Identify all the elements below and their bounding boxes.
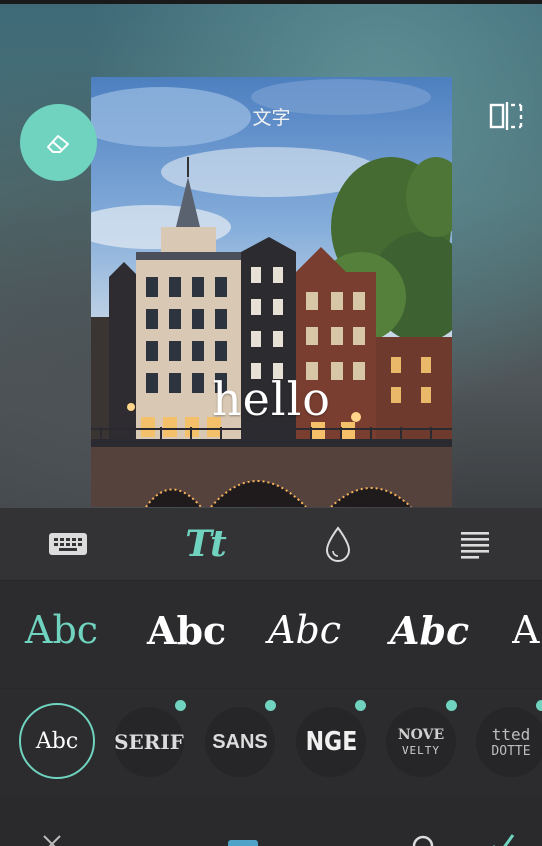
font-download-dot: [175, 700, 186, 711]
font-option-label: Abc: [35, 728, 79, 754]
style-divider: [0, 688, 542, 689]
font-option-serif[interactable]: SERIF: [114, 707, 184, 777]
search-icon[interactable]: [408, 832, 438, 846]
font-option-label: NOVE: [397, 727, 445, 743]
bottom-action-bar: [0, 795, 542, 846]
eraser-button[interactable]: [20, 104, 97, 181]
font-option-label: DOTTE: [491, 743, 531, 759]
style-bold-italic[interactable]: Abc: [390, 608, 469, 653]
style-regular[interactable]: Abc: [25, 608, 98, 652]
font-option-label: VELTY: [401, 744, 441, 757]
tab-alignment[interactable]: [452, 520, 498, 568]
font-option-novelty[interactable]: NOVE VELTY: [386, 707, 456, 777]
layer-icon[interactable]: [226, 832, 260, 846]
color-drop-icon: [325, 526, 351, 562]
confirm-check-icon[interactable]: [490, 832, 516, 846]
font-style-row: Abc Abc Abc Abc A: [0, 608, 542, 668]
font-option-label: SANS: [212, 730, 268, 753]
font-download-dot: [446, 700, 457, 711]
font-option-display[interactable]: NGE: [296, 707, 366, 777]
align-icon: [461, 532, 489, 559]
overlay-text[interactable]: hello: [91, 372, 452, 426]
photo-canvas[interactable]: [91, 77, 452, 507]
status-strip: [0, 0, 542, 4]
text-mode-title: 文字: [252, 107, 291, 129]
font-download-dot: [536, 700, 542, 711]
font-download-dot: [355, 700, 366, 711]
toolbar-divider: [0, 580, 542, 581]
tab-font-style[interactable]: Tt: [180, 520, 230, 568]
photo-image: [91, 77, 452, 507]
compare-icon[interactable]: [488, 100, 524, 132]
eraser-icon: [46, 134, 69, 153]
font-option-dotted[interactable]: tted DOTTE: [476, 707, 542, 777]
style-bold[interactable]: Abc: [147, 608, 226, 653]
style-partial[interactable]: A: [512, 608, 542, 652]
font-download-dot: [265, 700, 276, 711]
tab-keyboard[interactable]: [45, 520, 91, 568]
tab-color[interactable]: [315, 520, 361, 568]
style-italic[interactable]: Abc: [268, 608, 341, 652]
font-option-label: NGE: [305, 727, 357, 757]
close-icon[interactable]: [40, 832, 64, 846]
keyboard-icon: [49, 533, 87, 555]
font-style-icon: Tt: [185, 523, 226, 565]
font-option-abc[interactable]: Abc: [19, 703, 95, 779]
font-option-label: SERIF: [114, 730, 184, 754]
font-option-label: tted: [491, 724, 531, 744]
font-option-sans[interactable]: SANS: [205, 707, 275, 777]
